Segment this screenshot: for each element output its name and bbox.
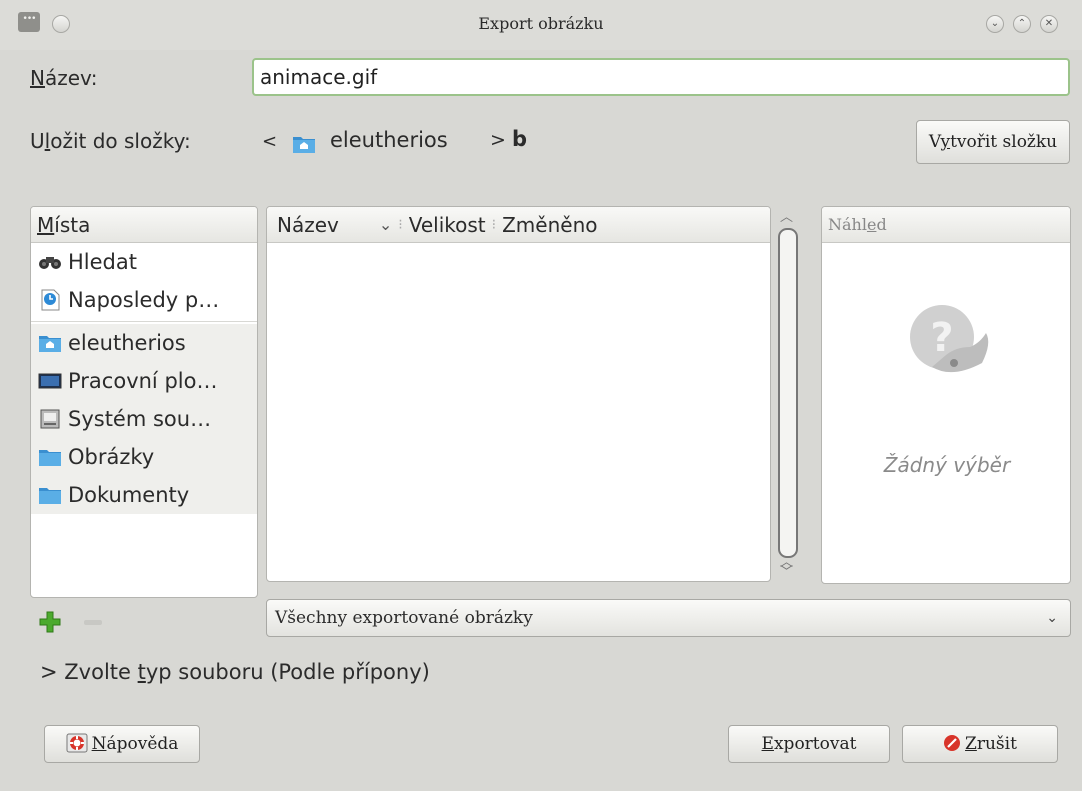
scroll-thumb[interactable] [778, 228, 798, 558]
expander-arrow-icon: > [40, 660, 58, 684]
maximize-button[interactable]: ⌃ [1013, 15, 1031, 33]
place-item-recent[interactable]: Naposledy p… [31, 281, 257, 319]
save-folder-label: Uložit do složky: [30, 129, 191, 153]
place-item-home[interactable]: eleutherios [31, 324, 257, 362]
place-item-pictures[interactable]: Obrázky [31, 438, 257, 476]
preview-header: Náhled [822, 207, 1070, 243]
preview-panel: Náhled ? Žádný výběr [821, 206, 1071, 584]
breadcrumb-item-eleutherios[interactable]: eleutherios [330, 128, 448, 152]
column-name[interactable]: Název [277, 207, 339, 243]
places-panel: Místa Hledat Naposledy p… eleutherios Pr… [30, 206, 258, 598]
file-list-scrollbar[interactable]: ︿ ︿ ﹀ [776, 206, 800, 584]
file-type-expander[interactable]: > Zvolte typ souboru (Podle přípony) [40, 660, 430, 684]
sort-indicator-icon[interactable]: ⌄ [379, 207, 392, 243]
column-size[interactable]: Velikost [409, 207, 486, 243]
close-button[interactable]: ✕ [1040, 15, 1058, 33]
remove-place-minus-icon[interactable] [84, 620, 102, 625]
create-folder-button[interactable]: Vytvořit složku [916, 120, 1070, 164]
places-header: Místa [31, 207, 257, 243]
scroll-down-arrow-icon[interactable]: ︿ ﹀ [780, 556, 793, 579]
places-separator [31, 321, 257, 322]
file-list-header: Název ⌄ ⁝ Velikost ⁝ Změněno [267, 207, 770, 243]
no-preview-icon: ? [910, 305, 989, 373]
desktop-icon [36, 370, 64, 392]
column-separator: ⁝ [491, 216, 497, 233]
chevron-down-icon: ⌄ [1046, 610, 1058, 626]
place-item-filesystem[interactable]: Systém sou… [31, 400, 257, 438]
place-item-search[interactable]: Hledat [31, 243, 257, 281]
name-label: Název: [30, 66, 98, 90]
help-lifebuoy-icon [66, 733, 88, 752]
filename-input[interactable] [252, 58, 1070, 96]
folder-icon [36, 484, 64, 506]
home-folder-icon [293, 137, 315, 153]
export-button[interactable]: Exportovat [728, 725, 890, 763]
recent-document-icon [36, 289, 64, 311]
file-filter-select[interactable]: Všechny exportované obrázky ⌄ [266, 599, 1071, 637]
breadcrumb-back-button[interactable]: < [262, 131, 277, 152]
help-button[interactable]: Nápověda [44, 725, 200, 763]
add-place-plus-icon[interactable] [38, 610, 62, 634]
scroll-up-arrow-icon[interactable]: ︿ [780, 206, 793, 225]
breadcrumb-item-current[interactable]: b [512, 127, 527, 151]
no-selection-text: Žádný výběr [883, 453, 1011, 477]
filesystem-icon [36, 408, 64, 430]
window-title: Export obrázku [478, 14, 604, 33]
place-item-documents[interactable]: Dokumenty [31, 476, 257, 514]
title-bar: ••• Export obrázku ⌄ ⌃ ✕ [0, 0, 1082, 50]
minimize-button[interactable]: ⌄ [986, 15, 1004, 33]
cancel-button[interactable]: Zrušit [902, 725, 1058, 763]
column-separator: ⁝ [398, 216, 403, 233]
place-item-desktop[interactable]: Pracovní plo… [31, 362, 257, 400]
cancel-icon [944, 734, 961, 751]
file-list-panel[interactable]: Název ⌄ ⁝ Velikost ⁝ Změněno [266, 206, 771, 582]
folder-icon [36, 446, 64, 468]
column-modified[interactable]: Změněno [502, 207, 597, 243]
breadcrumb-separator: > [490, 129, 506, 151]
binoculars-icon [36, 251, 64, 273]
home-folder-icon [36, 332, 64, 354]
